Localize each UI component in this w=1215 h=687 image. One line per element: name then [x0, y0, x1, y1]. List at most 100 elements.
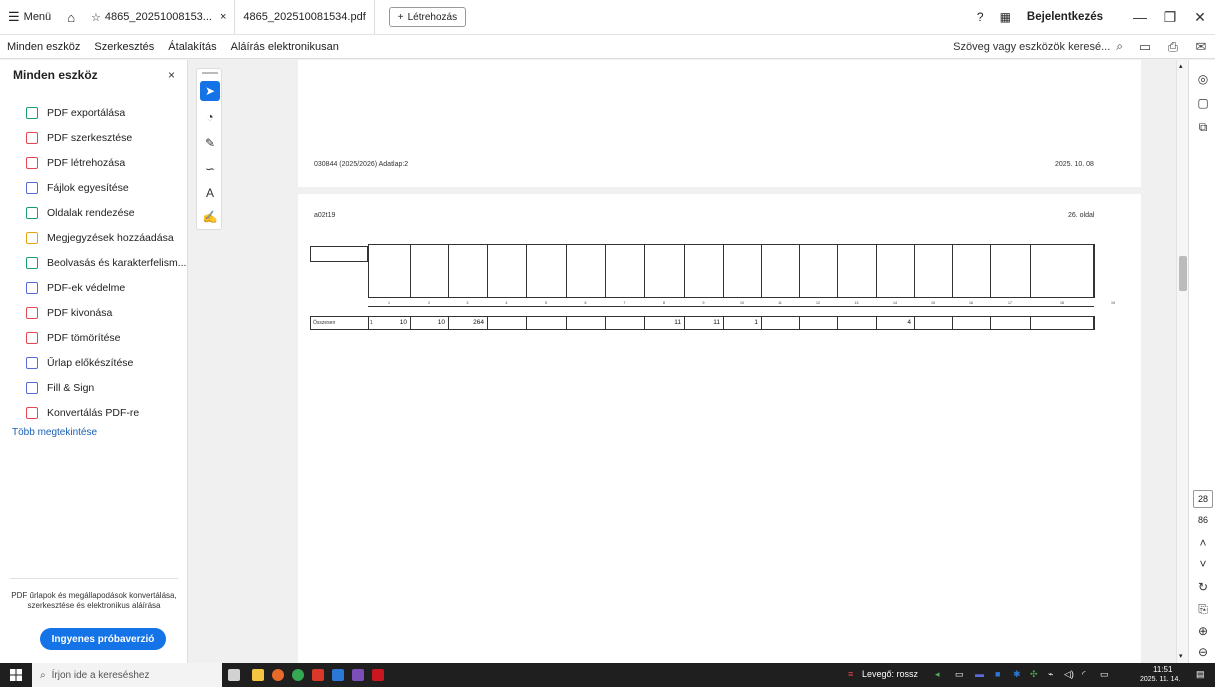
save-icon[interactable]: ▭ — [1131, 39, 1159, 55]
winrar-icon[interactable] — [352, 669, 364, 681]
drag-handle[interactable] — [202, 72, 218, 74]
tool-item[interactable]: Fájlok egyesítése — [26, 175, 186, 200]
email-icon[interactable]: ✉ — [1187, 39, 1215, 55]
zoom-out-icon[interactable]: ⊖ — [1195, 645, 1211, 659]
export-pdf-icon — [26, 106, 38, 119]
tool-item[interactable]: PDF exportálása — [26, 100, 186, 125]
comments-panel-icon[interactable]: ▢ — [1195, 96, 1211, 110]
pdf-page-1: 030844 (2025/2026) Adatlap:2 2025. 10. 0… — [298, 60, 1141, 187]
taskbar-search[interactable]: ⌕ Írjon ide a kereséshez — [32, 663, 222, 687]
tool-item[interactable]: Megjegyzések hozzáadása — [26, 225, 186, 250]
keyboard-icon[interactable]: ▭ — [1100, 669, 1109, 680]
tray-icon[interactable]: ✣ — [1030, 669, 1038, 680]
table-cell: 264 — [473, 319, 484, 326]
close-icon[interactable]: × — [168, 68, 175, 82]
tool-item[interactable]: Fill & Sign — [26, 375, 186, 400]
tool-item[interactable]: PDF tömörítése — [26, 325, 186, 350]
help-icon[interactable]: ? — [969, 0, 992, 34]
vertical-scrollbar[interactable]: ▴ ▾ — [1176, 60, 1188, 663]
create-label: Létrehozás — [407, 11, 458, 23]
menu-esign[interactable]: Aláírás elektronikusan — [224, 41, 346, 53]
scrollbar-thumb[interactable] — [1179, 256, 1187, 291]
sign-tool-icon[interactable]: ✍ — [200, 207, 220, 227]
clock-time[interactable]: 11:51 — [1153, 665, 1172, 674]
column-number: 19 — [1111, 301, 1115, 305]
ai-assistant-icon[interactable]: ◎ — [1195, 72, 1211, 86]
tab-document-1[interactable]: ☆ 4865_20251008153... × — [83, 0, 236, 34]
minimize-icon[interactable]: — — [1125, 9, 1155, 25]
bluetooth-icon[interactable]: ✱ — [1013, 669, 1021, 680]
page-header-left: a02t19 — [314, 212, 336, 219]
tab-close-icon[interactable]: × — [220, 11, 226, 23]
tool-item[interactable]: Konvertálás PDF-re — [26, 400, 186, 425]
home-icon[interactable]: ⌂ — [59, 0, 83, 34]
tool-item[interactable]: PDF szerkesztése — [26, 125, 186, 150]
column-divider — [644, 244, 645, 298]
tab-document-2[interactable]: 4865_20251008153​4.pdf — [235, 0, 375, 34]
app-icon[interactable] — [332, 669, 344, 681]
search-icon[interactable]: ⌕ — [1116, 39, 1123, 54]
weather-icon[interactable]: ≡ — [848, 669, 853, 679]
draw-tool-icon[interactable]: ∽ — [200, 159, 220, 179]
task-view-icon[interactable] — [228, 669, 240, 681]
scroll-down-arrow[interactable]: ▾ — [1179, 652, 1183, 660]
column-number: 9 — [702, 301, 705, 305]
tool-item[interactable]: PDF létrehozása — [26, 150, 186, 175]
tool-search[interactable]: Szöveg vagy eszközök keresé... ⌕ — [953, 39, 1123, 54]
tool-item[interactable]: Oldalak rendezése — [26, 200, 186, 225]
select-tool-icon[interactable]: ➤ — [200, 81, 220, 101]
see-more-link[interactable]: Több megtekintése — [12, 427, 97, 438]
acrobat-icon[interactable] — [372, 669, 384, 681]
column-number: 5 — [545, 301, 547, 305]
previous-page-icon[interactable]: ˄ — [1195, 536, 1211, 550]
login-button[interactable]: Bejelentkezés — [1019, 0, 1111, 34]
tool-item-label: Fill & Sign — [47, 381, 95, 394]
free-trial-button[interactable]: Ingyenes próbaverzió — [40, 628, 166, 650]
page-fit-icon[interactable]: ⎘ — [1195, 602, 1211, 617]
notifications-icon[interactable]: ▤ — [1196, 669, 1205, 680]
rotate-icon[interactable]: ↻ — [1195, 580, 1211, 594]
close-window-icon[interactable]: ✕ — [1185, 9, 1215, 26]
firefox-icon[interactable] — [272, 669, 284, 681]
column-divider — [876, 244, 877, 298]
apps-grid-icon[interactable]: ▦ — [992, 0, 1019, 34]
zoom-in-icon[interactable]: ⊕ — [1195, 624, 1211, 638]
next-page-icon[interactable]: ˅ — [1195, 557, 1211, 571]
volume-icon[interactable]: ◁) — [1064, 669, 1074, 680]
print-icon[interactable]: ⎙ — [1159, 39, 1187, 55]
menu-convert[interactable]: Átalakítás — [161, 41, 223, 53]
document-viewport[interactable]: 030844 (2025/2026) Adatlap:2 2025. 10. 0… — [228, 60, 1176, 663]
comment-tool-icon[interactable]: ◔ — [200, 107, 220, 127]
column-number: 10 — [740, 301, 744, 305]
network-icon[interactable]: ◜ — [1082, 669, 1086, 680]
current-page-field[interactable]: 28 — [1193, 490, 1213, 508]
column-divider — [761, 244, 762, 298]
tray-icon[interactable]: ■ — [995, 669, 1000, 679]
weather-text[interactable]: Levegő: rossz — [862, 669, 918, 679]
scroll-up-arrow[interactable]: ▴ — [1179, 62, 1183, 70]
tray-icon[interactable]: ▬ — [975, 669, 984, 679]
windows-start-icon[interactable] — [10, 669, 22, 681]
page-footer-left: 030844 (2025/2026) Adatlap:2 — [314, 161, 409, 168]
text-box-tool-icon[interactable]: A — [200, 183, 220, 203]
pages-panel-icon[interactable]: ⧉ — [1195, 120, 1211, 135]
restore-icon[interactable]: ❐ — [1155, 9, 1185, 26]
tool-item[interactable]: PDF kivonása — [26, 300, 186, 325]
battery-icon[interactable]: ⌁ — [1048, 669, 1053, 680]
tool-item[interactable]: Űrlap előkészítése — [26, 350, 186, 375]
tool-item[interactable]: PDF-ek védelme — [26, 275, 186, 300]
star-icon[interactable]: ☆ — [91, 11, 101, 24]
tool-item[interactable]: Beolvasás és karakterfelism... — [26, 250, 186, 275]
row-label: Összesen — [313, 320, 336, 326]
highlight-tool-icon[interactable]: ✎ — [200, 133, 220, 153]
tray-icon[interactable]: ◂ — [935, 669, 940, 680]
menu-button[interactable]: ☰ Menü — [0, 0, 59, 34]
tray-icon[interactable]: ▭ — [955, 669, 964, 680]
menu-edit[interactable]: Szerkesztés — [87, 41, 161, 53]
create-button[interactable]: + Létrehozás — [388, 7, 467, 27]
clock-date[interactable]: 2025. 11. 14. — [1140, 676, 1180, 683]
menu-all-tools[interactable]: Minden eszköz — [0, 41, 87, 53]
anydesk-icon[interactable] — [312, 669, 324, 681]
chrome-icon[interactable] — [292, 669, 304, 681]
file-explorer-icon[interactable] — [252, 669, 264, 681]
